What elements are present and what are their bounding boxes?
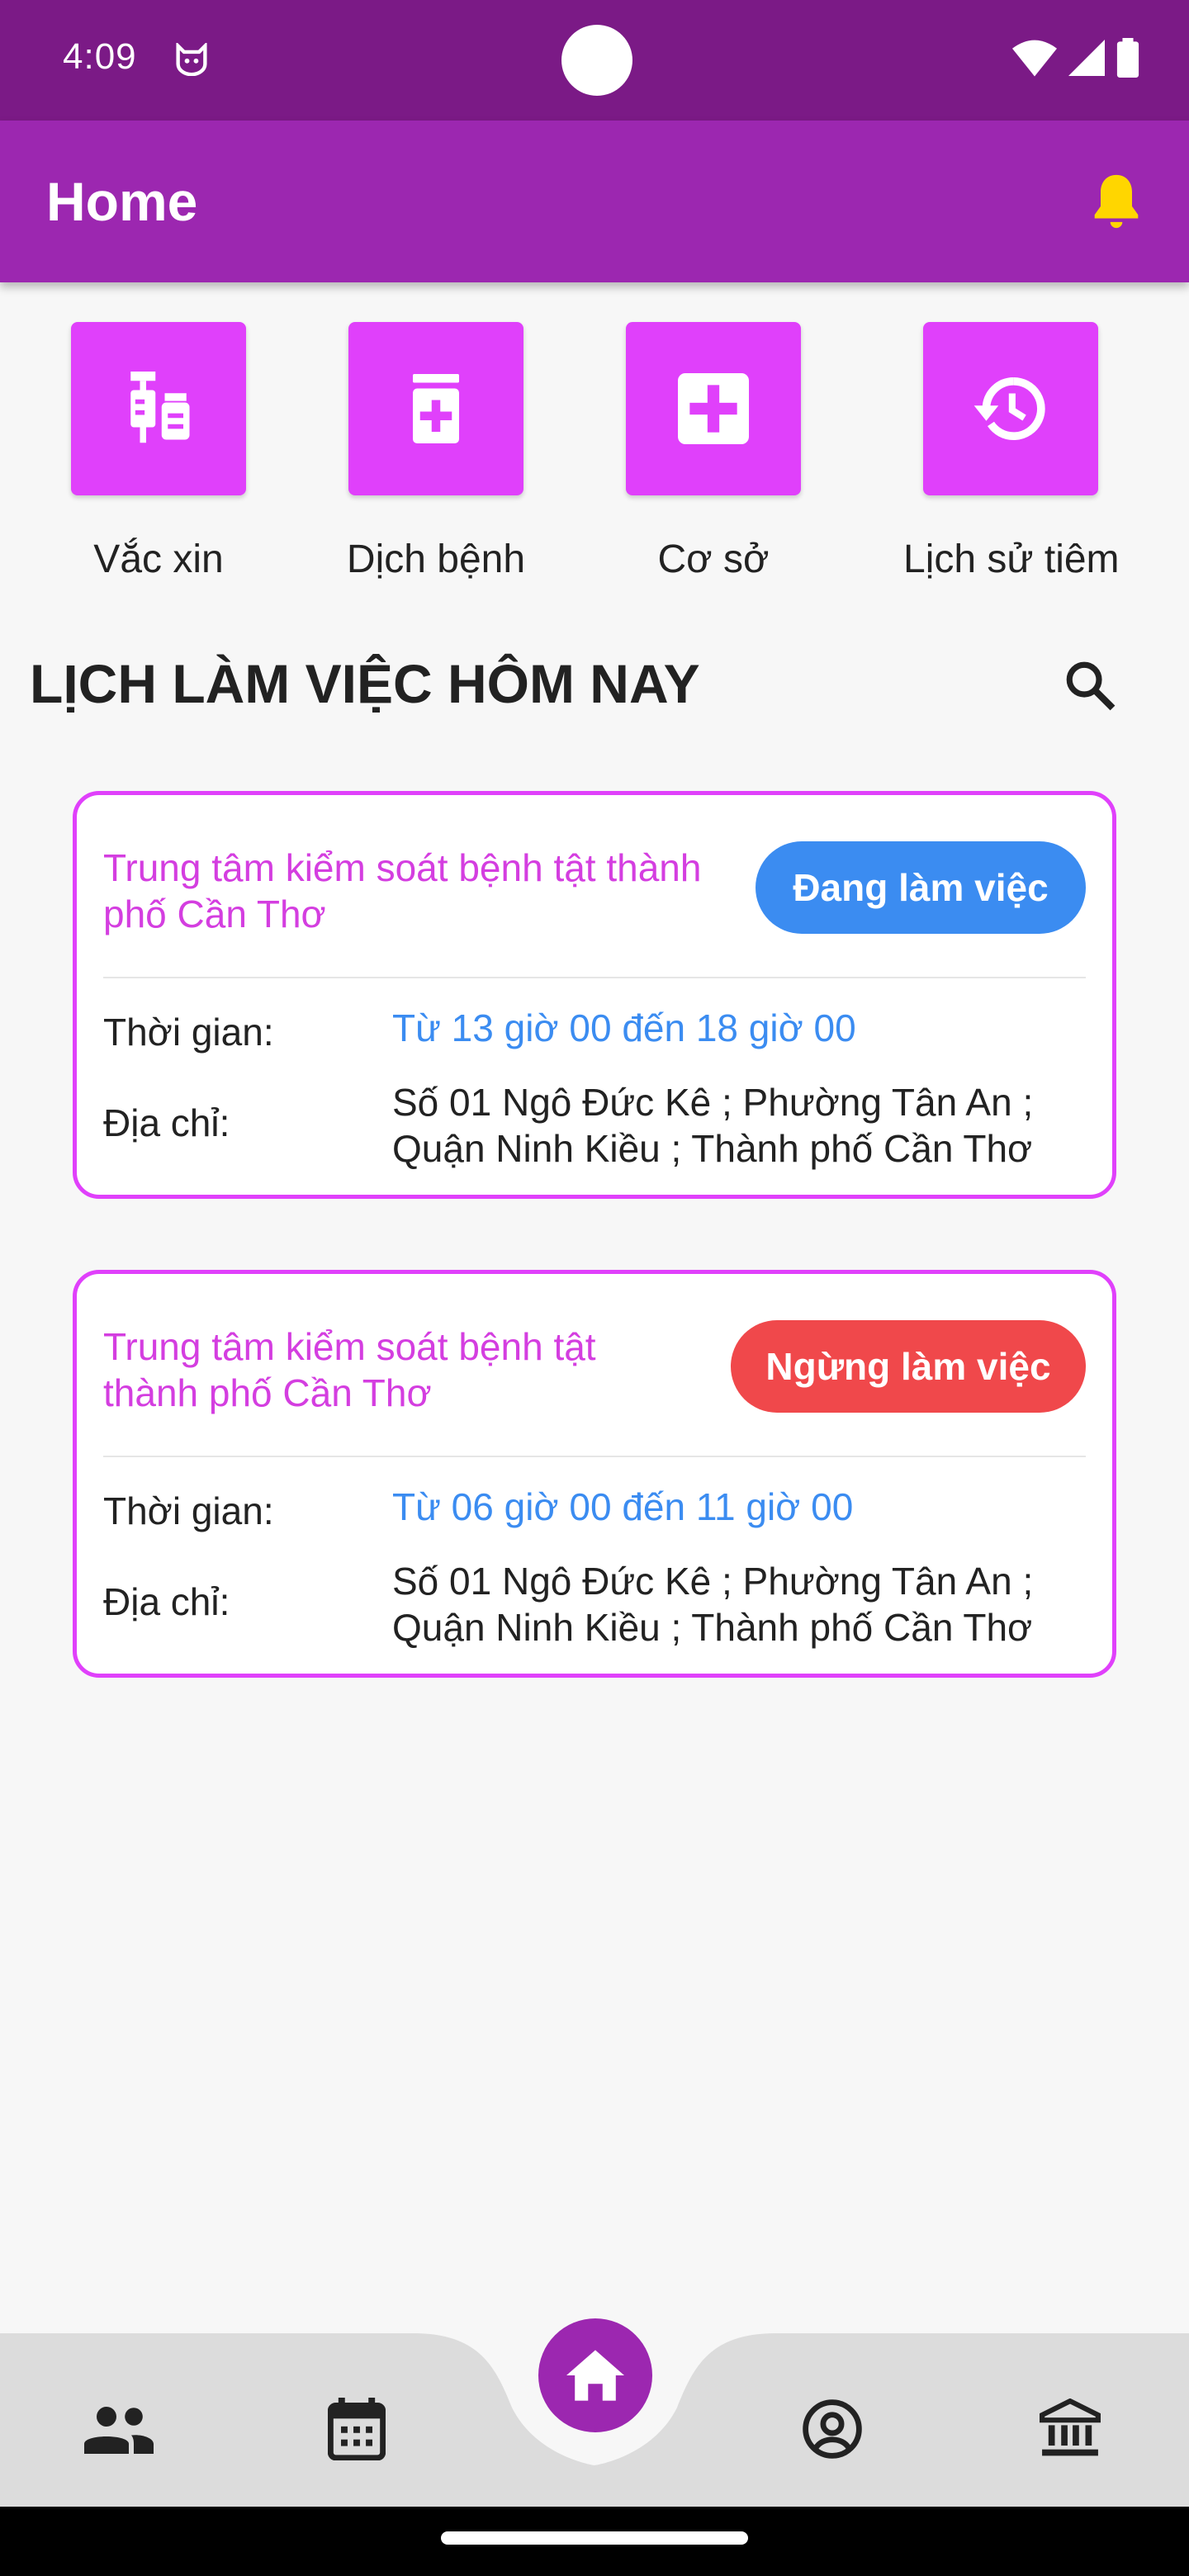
quick-action-box[interactable] bbox=[348, 322, 523, 495]
card-header: Trung tâm kiểm soát bệnh tật thành phố C… bbox=[103, 840, 1086, 955]
notification-cat-icon bbox=[176, 43, 207, 76]
time-label: Thời gian: bbox=[103, 1489, 274, 1532]
time-value: Từ 13 giờ 00 đến 18 giờ 00 bbox=[392, 1006, 856, 1049]
quick-action-vaccine[interactable]: Vắc xin bbox=[51, 322, 266, 582]
address-line-2: Quận Ninh Kiều ; Thành phố Cần Thơ bbox=[392, 1127, 1033, 1170]
vaccine-icon bbox=[130, 372, 190, 443]
quick-action-label: Cơ sở bbox=[657, 537, 770, 581]
status-bar: 4:09 bbox=[0, 0, 1189, 121]
time-label: Thời gian: bbox=[103, 1011, 274, 1054]
status-time: 4:09 bbox=[63, 36, 137, 77]
screen: 4:09 Home Vắc xin Dịch bệnh Cơ sở Lịch s… bbox=[0, 0, 1189, 2576]
quick-action-disease[interactable]: Dịch bệnh bbox=[329, 322, 543, 582]
quick-action-label: Dịch bệnh bbox=[346, 537, 526, 581]
quick-action-facility[interactable]: Cơ sở bbox=[606, 322, 821, 582]
account-circle-icon bbox=[803, 2399, 862, 2459]
divider bbox=[103, 977, 1086, 978]
camera-cutout bbox=[561, 25, 632, 96]
divider bbox=[103, 1456, 1086, 1457]
address-label: Địa chỉ: bbox=[103, 1101, 230, 1144]
cell-signal-icon bbox=[1068, 40, 1105, 76]
bank-icon bbox=[1040, 2398, 1101, 2456]
nav-institution[interactable] bbox=[1029, 2388, 1111, 2470]
nav-calendar[interactable] bbox=[315, 2388, 398, 2470]
history-icon bbox=[973, 376, 1045, 441]
address-line-2: Quận Ninh Kiều ; Thành phố Cần Thơ bbox=[392, 1606, 1033, 1649]
wifi-icon bbox=[1012, 40, 1057, 77]
address-line-1: Số 01 Ngô Đức Kê ; Phường Tân An ; bbox=[392, 1081, 1034, 1124]
nav-people[interactable] bbox=[78, 2388, 160, 2470]
quick-action-box[interactable] bbox=[923, 322, 1098, 495]
facility-name: Trung tâm kiểm soát bệnh tật thành phố C… bbox=[103, 1325, 596, 1414]
medical-plus-icon bbox=[678, 373, 749, 444]
status-badge-stopped: Ngừng làm việc bbox=[731, 1320, 1086, 1413]
quick-action-label: Vắc xin bbox=[93, 537, 224, 581]
system-gesture-bar bbox=[0, 2507, 1189, 2576]
app-bar: Home bbox=[0, 121, 1189, 282]
address-line-1: Số 01 Ngô Đức Kê ; Phường Tân An ; bbox=[392, 1560, 1034, 1603]
schedule-card[interactable]: Trung tâm kiểm soát bệnh tật thành phố C… bbox=[73, 791, 1116, 1199]
search-icon bbox=[1066, 661, 1116, 711]
page-title: Home bbox=[46, 171, 198, 232]
quick-action-box[interactable] bbox=[71, 322, 246, 495]
home-gesture-handle[interactable] bbox=[441, 2531, 748, 2545]
nav-account[interactable] bbox=[791, 2388, 874, 2470]
calendar-icon bbox=[328, 2398, 386, 2460]
status-icons bbox=[1012, 38, 1139, 78]
notification-bell-icon[interactable] bbox=[1087, 170, 1146, 233]
section-title: LỊCH LÀM VIỆC HÔM NAY bbox=[30, 653, 700, 714]
status-badge-working: Đang làm việc bbox=[756, 841, 1086, 934]
schedule-card[interactable]: Trung tâm kiểm soát bệnh tật thành phố C… bbox=[73, 1270, 1116, 1678]
medicine-bottle-icon bbox=[413, 374, 459, 443]
address-label: Địa chỉ: bbox=[103, 1580, 230, 1623]
facility-name: Trung tâm kiểm soát bệnh tật thành phố C… bbox=[103, 846, 702, 935]
card-header: Trung tâm kiểm soát bệnh tật thành phố C… bbox=[103, 1319, 1086, 1434]
search-button[interactable] bbox=[1057, 652, 1123, 718]
battery-icon bbox=[1116, 38, 1139, 78]
time-value: Từ 06 giờ 00 đến 11 giờ 00 bbox=[392, 1485, 854, 1528]
quick-action-box[interactable] bbox=[626, 322, 801, 495]
people-icon bbox=[84, 2407, 154, 2454]
home-icon bbox=[566, 2350, 624, 2401]
nav-home-button[interactable] bbox=[538, 2318, 652, 2432]
quick-action-history[interactable]: Lịch sử tiêm bbox=[903, 322, 1120, 582]
quick-action-label: Lịch sử tiêm bbox=[903, 537, 1120, 581]
